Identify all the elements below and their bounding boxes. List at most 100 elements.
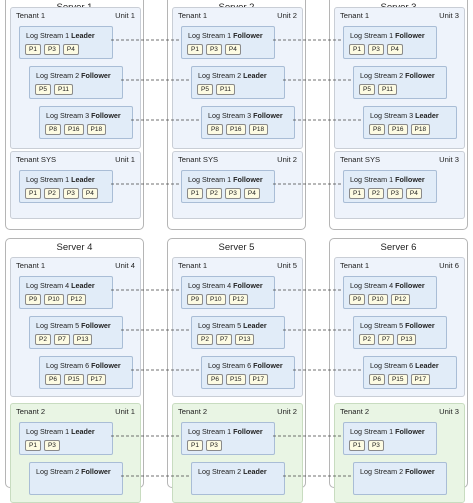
- log-stream-name: Log Stream 5: [360, 321, 404, 330]
- partition-tag: P9: [25, 294, 41, 305]
- unit-label: Unit 3: [439, 407, 459, 416]
- log-stream-name: Log Stream 6: [46, 361, 90, 370]
- log-stream-name: Log Stream 1: [26, 175, 70, 184]
- log-stream-card[interactable]: Log Stream 1 Leader P1 P3 P4: [19, 26, 113, 59]
- partition-tag: P1: [25, 440, 41, 451]
- log-stream-name: Log Stream 2: [36, 467, 80, 476]
- log-stream-card[interactable]: Log Stream 5 Follower P2 P7 P13: [29, 316, 123, 349]
- log-stream-name: Log Stream 3: [46, 111, 90, 120]
- replica-role: Follower: [253, 361, 283, 370]
- tenant-box: Tenant SYS Unit 1 Log Stream 1 Leader P1 P2 P…: [10, 151, 141, 219]
- partition-tag: P2: [367, 188, 384, 199]
- log-stream-card[interactable]: Log Stream 4 Follower P9 P10 P12: [343, 276, 437, 309]
- partition-tag: P3: [386, 188, 403, 199]
- log-stream-card[interactable]: Log Stream 1 Follower P1 P3: [181, 422, 275, 455]
- server-title: Server 6: [380, 242, 417, 253]
- partition-tag: P3: [43, 44, 60, 55]
- log-stream-title: Log Stream 2 Follower: [360, 71, 435, 80]
- partition-tag: P15: [225, 374, 246, 385]
- partition-list: P1 P3: [187, 440, 225, 458]
- tenant-label: Tenant SYS: [178, 155, 219, 164]
- tenant-box: Tenant 2 Unit 3 Log Stream 1 Follower P1 P3 L…: [334, 403, 465, 503]
- log-stream-card[interactable]: Log Stream 1 Leader P1 P2 P3 P4: [19, 170, 113, 203]
- replica-role: Leader: [243, 71, 267, 80]
- partition-tag: P4: [81, 188, 98, 199]
- partition-tag: P7: [53, 334, 70, 345]
- partition-tag: P2: [43, 188, 60, 199]
- log-stream-card[interactable]: Log Stream 2 Leader P5 P11: [191, 66, 285, 99]
- partition-tag: P3: [367, 440, 384, 451]
- partition-tag: P8: [207, 124, 223, 135]
- log-stream-card[interactable]: Log Stream 6 Leader P6 P15 P17: [363, 356, 457, 389]
- log-stream-card[interactable]: Log Stream 1 Leader P1 P3: [19, 422, 113, 455]
- log-stream-card[interactable]: Log Stream 2 Follower: [29, 462, 123, 495]
- log-stream-title: Log Stream 5 Leader: [198, 321, 267, 330]
- replica-role: Follower: [395, 427, 425, 436]
- replica-role: Leader: [243, 467, 267, 476]
- partition-tag: P15: [387, 374, 408, 385]
- log-stream-name: Log Stream 1: [350, 175, 394, 184]
- partition-tag: P4: [243, 188, 260, 199]
- log-stream-card[interactable]: Log Stream 3 Follower P8 P16 P18: [201, 106, 295, 139]
- log-stream-card[interactable]: Log Stream 1 Follower P1 P3: [343, 422, 437, 455]
- tenant-label: Tenant 1: [178, 11, 208, 20]
- partition-tag: P6: [45, 374, 61, 385]
- log-stream-card[interactable]: Log Stream 2 Follower P5 P11: [29, 66, 123, 99]
- partition-list: P5 P11: [35, 84, 76, 102]
- log-stream-card[interactable]: Log Stream 5 Leader P2 P7 P13: [191, 316, 285, 349]
- partition-tag: P1: [187, 188, 203, 199]
- partition-tag: P2: [205, 188, 222, 199]
- log-stream-name: Log Stream 6: [370, 361, 414, 370]
- log-stream-card[interactable]: Log Stream 6 Follower P6 P15 P17: [201, 356, 295, 389]
- log-stream-card[interactable]: Log Stream 4 Leader P9 P10 P12: [19, 276, 113, 309]
- partition-tag: P1: [187, 440, 203, 451]
- log-stream-title: Log Stream 2 Leader: [198, 71, 267, 80]
- log-stream-title: Log Stream 1 Follower: [188, 31, 263, 40]
- log-stream-card[interactable]: Log Stream 2 Follower: [353, 462, 447, 495]
- partition-tag: P5: [197, 84, 213, 95]
- log-stream-name: Log Stream 3: [370, 111, 414, 120]
- partition-tag: P6: [207, 374, 223, 385]
- tenant-box: Tenant 1 Unit 3 Log Stream 1 Follower P1 P3 P…: [334, 7, 465, 149]
- log-stream-card[interactable]: Log Stream 1 Follower P1 P2 P3 P4: [343, 170, 437, 203]
- log-stream-card[interactable]: Log Stream 1 Follower P1 P3 P4: [181, 26, 275, 59]
- log-stream-title: Log Stream 1 Follower: [350, 427, 425, 436]
- partition-tag: P8: [369, 124, 385, 135]
- partition-tag: P1: [25, 188, 41, 199]
- log-stream-card[interactable]: Log Stream 6 Follower P6 P15 P17: [39, 356, 133, 389]
- replica-role: Leader: [71, 281, 95, 290]
- server-box: Server 6 Tenant 1 Unit 6 Log Stream 4 Follo…: [329, 238, 468, 503]
- log-stream-name: Log Stream 4: [26, 281, 70, 290]
- partition-list: P8 P16 P18: [369, 124, 433, 142]
- tenant-label: Tenant 1: [16, 261, 46, 270]
- log-stream-card[interactable]: Log Stream 3 Leader P8 P16 P18: [363, 106, 457, 139]
- log-stream-card[interactable]: Log Stream 1 Follower P1 P3 P4: [343, 26, 437, 59]
- unit-label: Unit 1: [115, 155, 135, 164]
- log-stream-title: Log Stream 2 Follower: [360, 467, 435, 476]
- partition-list: P5 P11: [359, 84, 400, 102]
- log-stream-name: Log Stream 1: [26, 427, 70, 436]
- log-stream-title: Log Stream 1 Leader: [26, 31, 95, 40]
- log-stream-card[interactable]: Log Stream 2 Follower P5 P11: [353, 66, 447, 99]
- replica-role: Follower: [253, 111, 283, 120]
- replica-role: Leader: [415, 111, 439, 120]
- tenant-box: Tenant 1 Unit 5 Log Stream 4 Follower P9 P10…: [172, 257, 303, 397]
- partition-tag: P11: [377, 84, 398, 95]
- log-stream-card[interactable]: Log Stream 3 Follower P8 P16 P18: [39, 106, 133, 139]
- log-stream-card[interactable]: Log Stream 5 Follower P2 P7 P13: [353, 316, 447, 349]
- replica-role: Leader: [415, 361, 439, 370]
- partition-tag: P12: [228, 294, 249, 305]
- log-stream-title: Log Stream 4 Follower: [350, 281, 425, 290]
- partition-tag: P17: [248, 374, 269, 385]
- log-stream-card[interactable]: Log Stream 4 Follower P9 P10 P12: [181, 276, 275, 309]
- log-stream-card[interactable]: Log Stream 2 Leader: [191, 462, 285, 495]
- partition-tag: P1: [187, 44, 203, 55]
- partition-tag: P18: [410, 124, 431, 135]
- tenant-label: Tenant 1: [340, 11, 370, 20]
- tenant-label: Tenant 1: [16, 11, 46, 20]
- partition-tag: P9: [187, 294, 203, 305]
- log-stream-card[interactable]: Log Stream 1 Follower P1 P2 P3 P4: [181, 170, 275, 203]
- replica-role: Leader: [71, 427, 95, 436]
- partition-tag: P13: [396, 334, 417, 345]
- partition-tag: P13: [72, 334, 93, 345]
